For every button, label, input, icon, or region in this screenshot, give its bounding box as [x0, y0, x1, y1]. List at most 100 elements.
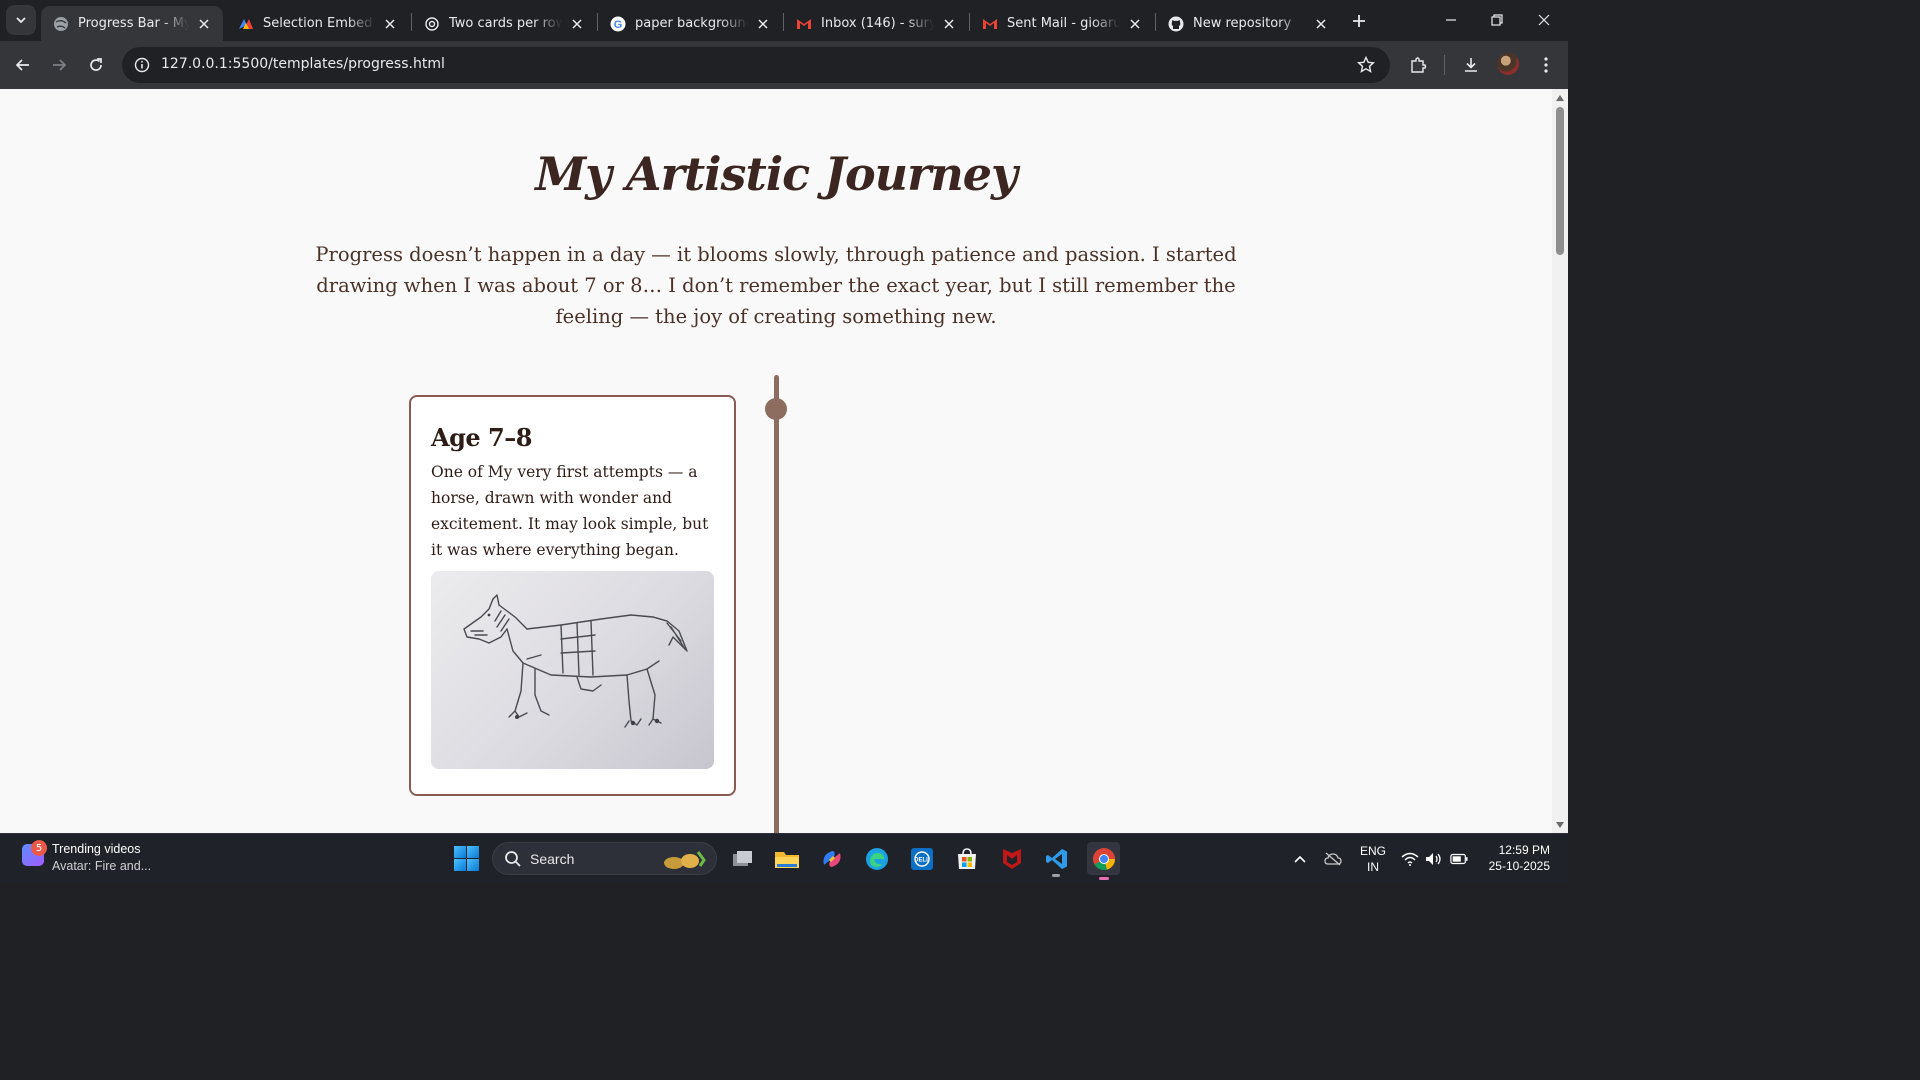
- running-indicator: [1052, 874, 1060, 877]
- globe-icon: [53, 16, 69, 32]
- bookmark-star-icon[interactable]: [1356, 55, 1376, 75]
- chevron-down-icon: [16, 17, 26, 24]
- close-tab-icon[interactable]: [940, 15, 958, 33]
- battery-icon[interactable]: [1450, 850, 1468, 868]
- wifi-icon[interactable]: [1401, 850, 1419, 868]
- tab-progress-bar[interactable]: Progress Bar - My Artistic Journey: [41, 6, 223, 41]
- site-info-icon[interactable]: [130, 53, 154, 77]
- github-icon: [1168, 16, 1184, 32]
- tab-sent-mail[interactable]: Sent Mail - gioarun7: [970, 6, 1154, 41]
- search-highlight-icon: [664, 851, 706, 869]
- microsoft-store-icon[interactable]: [953, 845, 980, 872]
- news-subtitle: Avatar: Fire and...: [52, 859, 152, 873]
- close-tab-icon[interactable]: [1312, 15, 1330, 33]
- scrollbar-thumb[interactable]: [1556, 107, 1564, 255]
- close-tab-icon[interactable]: [754, 15, 772, 33]
- intro-paragraph: Progress doesn’t happen in a day — it bl…: [315, 243, 1237, 328]
- milestone-description: One of My very first attempts — a horse,…: [431, 463, 709, 559]
- tab-title: Selection Embed Code: [263, 16, 375, 31]
- tab-search-button[interactable]: [6, 5, 36, 35]
- page-viewport: My Artistic Journey Progress doesn’t hap…: [0, 89, 1568, 833]
- chevron-up-icon[interactable]: [1291, 850, 1309, 868]
- download-icon[interactable]: [1459, 53, 1483, 77]
- new-tab-button[interactable]: [1346, 8, 1372, 34]
- news-title: Trending videos: [52, 842, 141, 856]
- tab-strip: Progress Bar - My Artistic Journey Selec…: [0, 0, 1568, 41]
- horse-drawing-image: [431, 571, 714, 769]
- restore-button[interactable]: [1474, 0, 1520, 40]
- chatgpt-icon: [424, 16, 440, 32]
- extensions-icon[interactable]: [1406, 53, 1430, 77]
- toolbar-divider: [1444, 55, 1445, 75]
- tab-title: paper background w: [635, 16, 748, 31]
- tab-two-cards[interactable]: Two cards per row: [412, 6, 596, 41]
- tab-paper-background[interactable]: G paper background w: [598, 6, 782, 41]
- windows-taskbar: 5 Trending videos Avatar: Fire and... Se…: [0, 833, 1568, 882]
- close-tab-icon[interactable]: [381, 15, 399, 33]
- mcafee-icon[interactable]: [998, 845, 1025, 872]
- selection-favicon-icon: [238, 16, 254, 32]
- taskbar-search-box[interactable]: Search: [492, 842, 717, 875]
- search-icon: [505, 851, 521, 867]
- svg-text:G: G: [614, 19, 623, 31]
- scroll-up-arrow-icon[interactable]: [1555, 93, 1565, 103]
- file-explorer-icon[interactable]: [773, 845, 800, 872]
- close-tab-icon[interactable]: [195, 15, 213, 33]
- scroll-down-arrow-icon[interactable]: [1555, 820, 1565, 830]
- google-icon: G: [610, 16, 626, 32]
- tab-title: New repository: [1193, 16, 1292, 31]
- arrow-right-icon: [53, 59, 67, 71]
- search-label: Search: [530, 851, 575, 867]
- tab-inbox[interactable]: Inbox (146) - suryaja: [784, 6, 968, 41]
- page-scrollbar[interactable]: [1552, 89, 1568, 833]
- profile-avatar[interactable]: [1497, 53, 1519, 75]
- tab-title: Progress Bar - My Artistic Journey: [78, 16, 189, 31]
- close-window-button[interactable]: [1521, 0, 1567, 40]
- reload-icon: [90, 58, 102, 71]
- windows-start-icon[interactable]: [454, 846, 479, 871]
- tab-title: Inbox (146) - suryaja: [821, 16, 934, 31]
- dell-app-icon[interactable]: DELL: [908, 845, 935, 872]
- edge-icon[interactable]: [863, 845, 890, 872]
- back-button[interactable]: [8, 50, 38, 80]
- tab-selection-embed[interactable]: Selection Embed Code: [226, 6, 409, 41]
- close-tab-icon[interactable]: [568, 15, 586, 33]
- reload-button[interactable]: [81, 50, 111, 80]
- menu-kebab-icon[interactable]: [1534, 53, 1558, 77]
- timeline-line: [774, 375, 779, 833]
- gmail-icon: [796, 16, 812, 32]
- task-view-icon[interactable]: [729, 845, 756, 872]
- milestone-title: Age 7–8: [431, 423, 532, 452]
- minimize-button[interactable]: [1428, 0, 1474, 40]
- volume-icon[interactable]: [1425, 850, 1443, 868]
- clock-date: 25-10-2025: [1488, 859, 1550, 873]
- minimize-icon: [1446, 19, 1456, 21]
- svg-text:DELL: DELL: [914, 857, 930, 863]
- language-code: ENG: [1360, 844, 1387, 858]
- arrow-left-icon: [15, 59, 29, 71]
- tab-title: Sent Mail - gioarun7: [1007, 16, 1120, 31]
- browser-toolbar: 127.0.0.1:5500/templates/progress.html: [0, 41, 1568, 89]
- copilot-icon[interactable]: [818, 845, 845, 872]
- url-text[interactable]: 127.0.0.1:5500/templates/progress.html: [161, 56, 445, 72]
- tab-title: Two cards per row: [449, 16, 562, 31]
- forward-button[interactable]: [44, 50, 74, 80]
- language-indicator[interactable]: ENG IN: [1360, 843, 1386, 875]
- address-bar[interactable]: 127.0.0.1:5500/templates/progress.html: [122, 47, 1390, 83]
- milestone-card: Age 7–8 One of My very first attempts — …: [409, 395, 736, 796]
- clock-time: 12:59 PM: [1498, 843, 1550, 857]
- news-badge: 5: [31, 840, 47, 856]
- gmail-icon: [982, 16, 998, 32]
- restore-icon: [1491, 14, 1503, 26]
- active-indicator: [1099, 877, 1109, 880]
- region-code: IN: [1367, 860, 1379, 874]
- close-tab-icon[interactable]: [1126, 15, 1144, 33]
- cloud-offline-icon[interactable]: [1324, 850, 1342, 868]
- system-clock[interactable]: 12:59 PM 25-10-2025: [1482, 842, 1550, 874]
- plus-icon: [1353, 15, 1365, 27]
- chrome-icon[interactable]: [1087, 842, 1120, 880]
- tab-new-repository[interactable]: New repository: [1156, 6, 1340, 41]
- timeline-dot: [765, 398, 787, 420]
- vscode-icon[interactable]: [1043, 845, 1070, 877]
- close-icon: [1538, 14, 1550, 26]
